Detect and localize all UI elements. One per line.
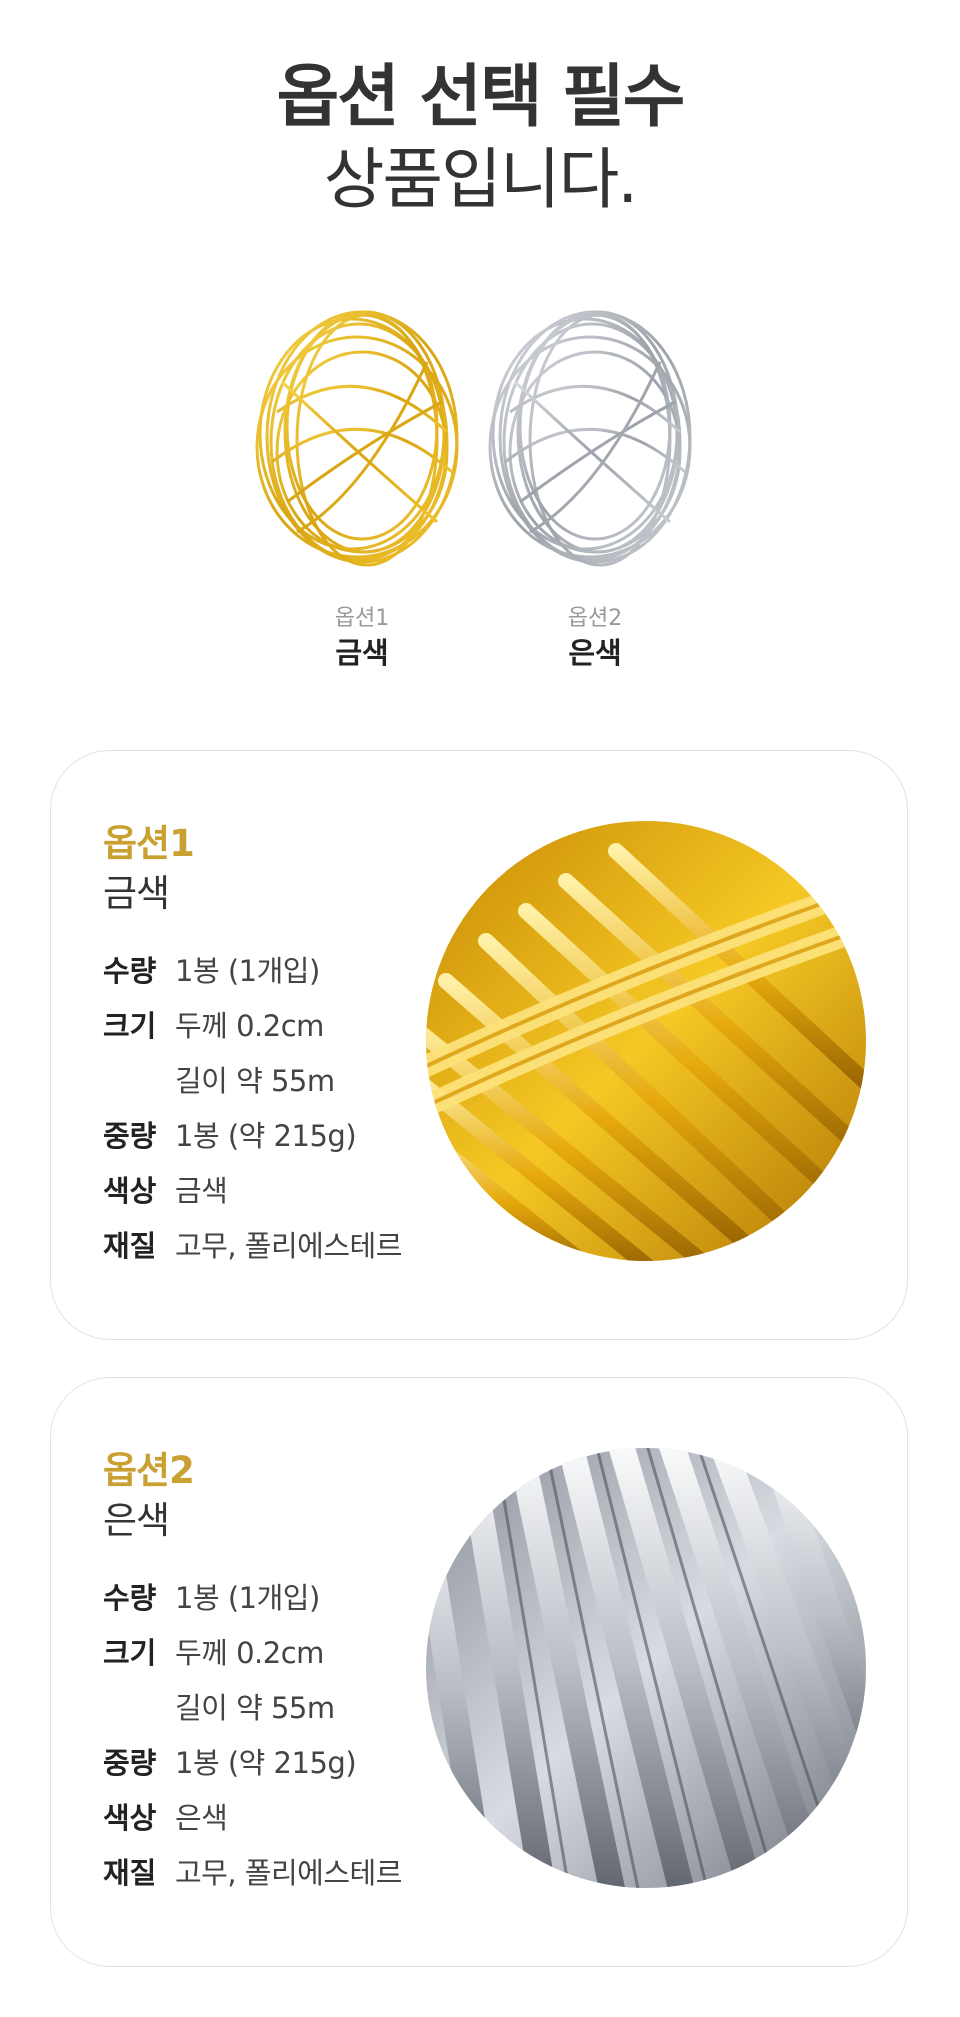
spec-value: 1봉 (약 215g) (175, 1118, 357, 1153)
thumbnail-sub-label: 옵션1 (334, 606, 390, 631)
spec-key: 중량 (103, 1745, 157, 1780)
spec-key: 재질 (103, 1228, 157, 1263)
spec-row: 색상 금색 (103, 1161, 463, 1216)
option-label: 옵션1 (103, 822, 195, 865)
spec-value: 1봉 (1개입) (175, 1580, 320, 1615)
spec-value: 은색 (175, 1800, 228, 1835)
spec-key: 색상 (103, 1173, 157, 1208)
spec-key: 수량 (103, 1580, 157, 1615)
spec-key: 색상 (103, 1800, 157, 1835)
spec-row: 재질 고무, 폴리에스테르 (103, 1216, 463, 1271)
spec-row: 수량 1봉 (1개입) (103, 1568, 463, 1623)
spec-value: 1봉 (1개입) (175, 953, 320, 988)
spec-list: 수량 1봉 (1개입) 크기 두께 0.2cm 길이 약 55m 중량 1봉 (약 2… (103, 1568, 463, 1898)
spec-key: 재질 (103, 1855, 157, 1890)
spec-value: 금색 (175, 1173, 228, 1208)
spec-row: 재질 고무, 폴리에스테르 (103, 1843, 463, 1898)
spec-row: 길이 약 55m (103, 1678, 463, 1733)
thumbnail-sub-label: 옵션2 (567, 606, 623, 631)
spec-row: 크기 두께 0.2cm (103, 1623, 463, 1678)
option-name: 금색 (103, 872, 170, 915)
gold-cord-closeup (426, 821, 866, 1261)
spec-value: 고무, 폴리에스테르 (175, 1855, 402, 1890)
spec-row: 중량 1봉 (약 215g) (103, 1106, 463, 1161)
spec-list: 수량 1봉 (1개입) 크기 두께 0.2cm 길이 약 55m 중량 1봉 (약 2… (103, 941, 463, 1271)
option-card-silver: 옵션2 은색 수량 1봉 (1개입) 크기 두께 0.2cm 길이 약 55m 중량… (50, 1377, 908, 1967)
spec-row: 크기 두께 0.2cm (103, 996, 463, 1051)
silver-cord-closeup (426, 1448, 866, 1888)
heading-line2: 상품입니다. (323, 141, 639, 218)
spec-row: 길이 약 55m (103, 1051, 463, 1106)
thumbnail-name: 금색 (335, 636, 389, 670)
spec-key: 중량 (103, 1118, 157, 1153)
spec-value: 길이 약 55m (175, 1690, 335, 1725)
spec-row: 색상 은색 (103, 1788, 463, 1843)
thumbnail-name: 은색 (568, 636, 622, 670)
spec-value: 두께 0.2cm (175, 1008, 324, 1043)
silver-cord-thumbnail (480, 292, 710, 582)
spec-row: 중량 1봉 (약 215g) (103, 1733, 463, 1788)
spec-value: 두께 0.2cm (175, 1635, 324, 1670)
gold-cord-thumbnail (247, 292, 477, 582)
spec-value: 길이 약 55m (175, 1063, 335, 1098)
option-card-gold: 옵션1 금색 수량 1봉 (1개입) 크기 두께 0.2cm 길이 약 55m 중량… (50, 750, 908, 1340)
spec-row: 수량 1봉 (1개입) (103, 941, 463, 996)
option-name: 은색 (103, 1499, 170, 1542)
option-label: 옵션2 (103, 1449, 195, 1492)
spec-key: 크기 (103, 1008, 157, 1043)
spec-value: 1봉 (약 215g) (175, 1745, 357, 1780)
spec-value: 고무, 폴리에스테르 (175, 1228, 402, 1263)
heading-line1: 옵션 선택 필수 (276, 58, 686, 137)
spec-key: 수량 (103, 953, 157, 988)
spec-key: 크기 (103, 1635, 157, 1670)
